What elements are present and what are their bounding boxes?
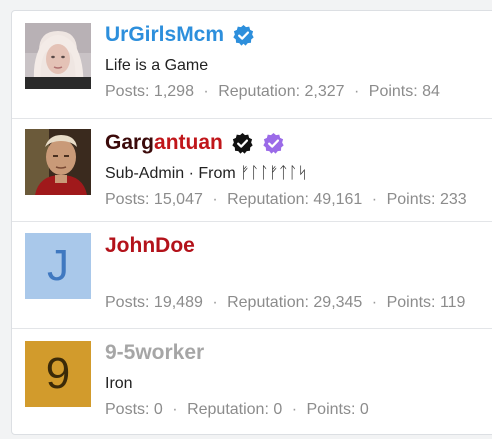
- separator: ·: [212, 191, 218, 208]
- points-count: 84: [422, 83, 440, 100]
- points-count: 233: [439, 191, 467, 208]
- member-row: 9 9-5worker Iron Posts: 0 · Reputation: …: [12, 329, 492, 434]
- username-link[interactable]: Gargantuan: [105, 130, 223, 156]
- reputation-count: 29,345: [313, 294, 363, 311]
- reputation-label: Reputation:: [227, 294, 309, 311]
- soldier-man-avatar-icon: [25, 129, 91, 195]
- blonde-girl-avatar-icon: [25, 23, 91, 89]
- reputation-count: 49,161: [313, 191, 363, 208]
- avatar[interactable]: [25, 23, 91, 89]
- points-count: 0: [359, 401, 369, 418]
- points-label: Points:: [306, 401, 356, 418]
- reputation-label: Reputation:: [227, 191, 309, 208]
- member-subtitle: Sub-Admin · From ᚠᛚᛚᚠᛏᛚᛋ: [105, 165, 308, 182]
- points-label: Points:: [368, 83, 418, 100]
- verified-blue-icon: [232, 24, 255, 47]
- separator: ·: [371, 294, 378, 311]
- verified-black-icon: [231, 132, 254, 155]
- posts-label: Posts:: [105, 83, 150, 100]
- username-link[interactable]: UrGirlsMcm: [105, 22, 224, 48]
- points-count: 119: [439, 294, 466, 311]
- username-link[interactable]: JohnDoe: [105, 233, 195, 259]
- verified-purple-icon: [262, 132, 285, 155]
- separator: ·: [212, 294, 218, 311]
- reputation-count: 0: [273, 401, 283, 418]
- avatar[interactable]: 9: [25, 341, 91, 407]
- separator: ·: [291, 401, 298, 418]
- member-subtitle: Life is a Game: [105, 57, 209, 74]
- reputation-count: 2,327: [304, 83, 345, 100]
- member-subtitle: Iron: [105, 375, 133, 392]
- member-stats: Posts: 15,047 · Reputation: 49,161 · Poi…: [105, 191, 492, 209]
- posts-count: 0: [153, 401, 163, 418]
- reputation-label: Reputation:: [187, 401, 269, 418]
- separator: ·: [203, 83, 209, 100]
- separator: ·: [172, 401, 178, 418]
- points-label: Points:: [386, 294, 436, 311]
- member-stats: Posts: 1,298 · Reputation: 2,327 · Point…: [105, 83, 492, 101]
- separator: ·: [371, 191, 378, 208]
- member-stats: Posts: 19,489 · Reputation: 29,345 · Poi…: [105, 294, 492, 312]
- separator: ·: [354, 83, 360, 100]
- member-row: J JohnDoe Posts: 19,489 · Reputation: 29…: [12, 222, 492, 328]
- member-stats: Posts: 0 · Reputation: 0 · Points: 0: [105, 401, 492, 419]
- posts-count: 15,047: [153, 191, 203, 208]
- points-label: Points:: [386, 191, 436, 208]
- posts-label: Posts:: [105, 191, 150, 208]
- username-part: Garg: [105, 131, 155, 154]
- member-list-panel: UrGirlsMcm Life is a Game Posts: 1,298 ·…: [11, 10, 492, 435]
- avatar-letter: J: [25, 233, 91, 299]
- posts-label: Posts:: [105, 401, 150, 418]
- member-row: UrGirlsMcm Life is a Game Posts: 1,298 ·…: [12, 11, 492, 118]
- username-link[interactable]: 9-5worker: [105, 340, 204, 366]
- posts-count: 19,489: [153, 294, 203, 311]
- avatar-letter: 9: [25, 341, 91, 407]
- avatar[interactable]: [25, 129, 91, 195]
- username-part: antuan: [154, 131, 223, 154]
- posts-count: 1,298: [153, 83, 194, 100]
- posts-label: Posts:: [105, 294, 150, 311]
- reputation-label: Reputation:: [218, 83, 301, 100]
- member-row: Gargantuan Sub-Admin · From ᚠᛚᛚᚠᛏᛚᛋ Post…: [12, 119, 492, 221]
- avatar[interactable]: J: [25, 233, 91, 299]
